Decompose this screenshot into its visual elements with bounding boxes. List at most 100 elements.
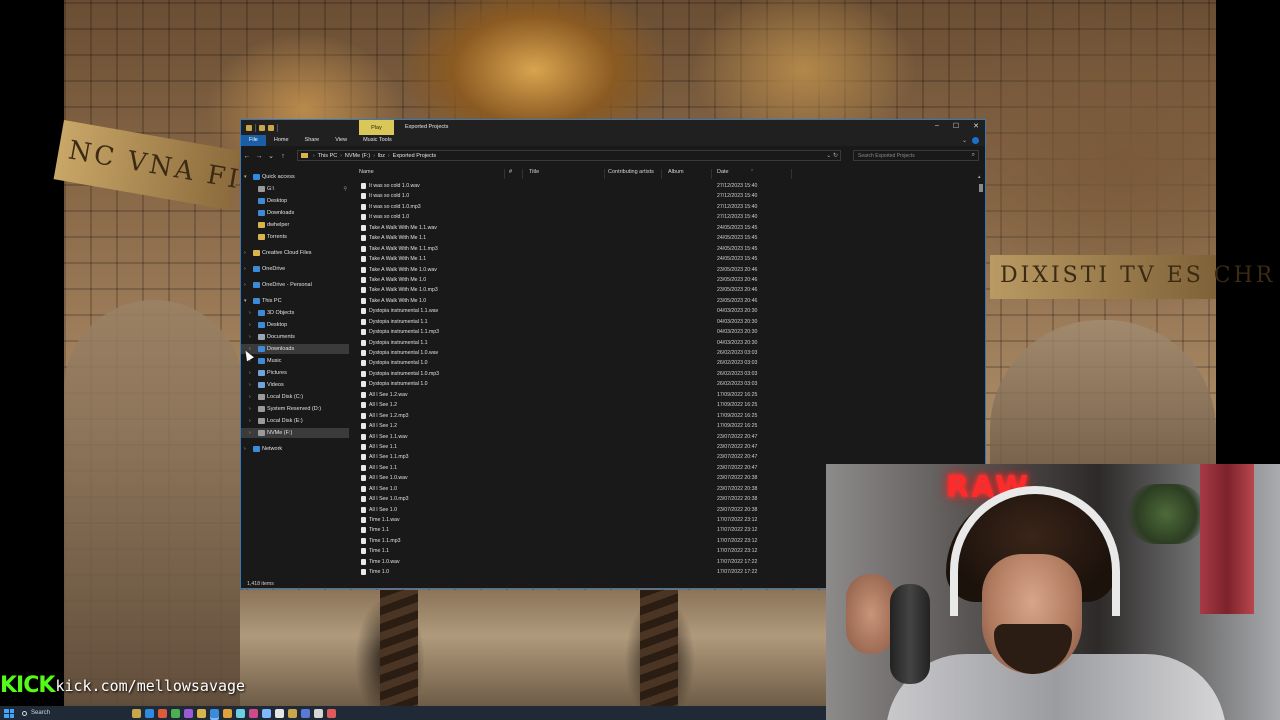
chevron-right-icon[interactable]: › — [249, 320, 251, 330]
file-row[interactable]: Dystopia instrumental 1.0.wav 26/02/2023 … — [357, 348, 977, 358]
chevron-right-icon[interactable]: › — [244, 444, 246, 454]
chevron-right-icon[interactable]: › — [249, 308, 251, 318]
taskbar-app-icon[interactable] — [197, 708, 206, 718]
sidebar-item[interactable]: Torrents — [241, 232, 349, 242]
back-arrow-icon[interactable]: ← — [241, 153, 253, 160]
sidebar-item[interactable]: › Music — [241, 356, 349, 366]
title-bar[interactable]: Play Exported Projects – ☐ ✕ — [241, 120, 985, 135]
sidebar-item[interactable]: › Desktop — [241, 320, 349, 330]
taskbar-app-icon[interactable] — [132, 708, 141, 718]
file-row[interactable]: Take A Walk With Me 1.1 24/05/2023 15:45 — [357, 233, 977, 243]
column-divider[interactable] — [522, 169, 523, 179]
sidebar-item[interactable]: G:\ ⚲ — [241, 184, 349, 194]
properties-icon[interactable] — [259, 124, 265, 131]
file-row[interactable]: It was so cold 1.0.wav 27/12/2023 15:40 — [357, 181, 977, 191]
file-row[interactable]: Dystopia instrumental 1.1 04/03/2023 20:3… — [357, 338, 977, 348]
file-row[interactable]: All I See 1.1.mp3 23/07/2022 20:47 — [357, 452, 977, 462]
taskbar-app-icon[interactable] — [171, 708, 180, 718]
file-row[interactable]: Take A Walk With Me 1.1.mp3 24/05/2023 15… — [357, 244, 977, 254]
sidebar-item[interactable]: › Videos — [241, 380, 349, 390]
tab-home[interactable]: Home — [266, 135, 297, 146]
file-row[interactable]: Dystopia instrumental 1.0 26/02/2023 03:0… — [357, 358, 977, 368]
chevron-right-icon[interactable]: › — [244, 248, 246, 258]
start-button[interactable] — [4, 708, 14, 718]
close-button[interactable]: ✕ — [973, 122, 979, 130]
taskbar-app-icon[interactable] — [145, 708, 154, 718]
sidebar-item[interactable]: › Local Disk (E:) — [241, 416, 349, 426]
minimize-button[interactable]: – — [935, 122, 939, 130]
scroll-thumb[interactable] — [979, 184, 983, 192]
chevron-right-icon[interactable]: › — [249, 392, 251, 402]
sidebar-item[interactable]: Downloads — [241, 208, 349, 218]
sidebar-item[interactable]: › Pictures — [241, 368, 349, 378]
column-album[interactable]: Album — [668, 169, 684, 175]
file-row[interactable]: Dystopia instrumental 1.0 26/02/2023 03:0… — [357, 379, 977, 389]
column-contributing-artists[interactable]: Contributing artists — [608, 169, 654, 175]
chevron-down-icon[interactable]: ▾ — [244, 296, 247, 306]
file-row[interactable]: Dystopia instrumental 1.1.mp3 04/03/2023 … — [357, 327, 977, 337]
taskbar-app-icon[interactable] — [210, 708, 219, 718]
sidebar-item[interactable]: Desktop — [241, 196, 349, 206]
taskbar-app-icon[interactable] — [236, 708, 245, 718]
column-number[interactable]: # — [509, 169, 512, 175]
tab-share[interactable]: Share — [297, 135, 328, 146]
taskbar-app-icon[interactable] — [262, 708, 271, 718]
navigation-pane[interactable]: ▾ Quick access G:\ ⚲ Desktop Downloads dwhelpe… — [241, 172, 349, 579]
chevron-down-icon[interactable]: ▾ — [244, 172, 247, 182]
column-divider[interactable] — [604, 169, 605, 179]
file-row[interactable]: Take A Walk With Me 1.0 23/05/2023 20:46 — [357, 275, 977, 285]
column-date[interactable]: Date — [717, 169, 729, 175]
refresh-icon[interactable]: ⌄ ↻ — [826, 152, 838, 159]
file-row[interactable]: Take A Walk With Me 1.1.wav 24/05/2023 15… — [357, 223, 977, 233]
sidebar-item[interactable]: › System Reserved (D:) — [241, 404, 349, 414]
chevron-right-icon[interactable]: › — [249, 428, 251, 438]
sidebar-item[interactable]: › NVMe (F:) — [241, 428, 349, 438]
column-divider[interactable] — [711, 169, 712, 179]
column-divider[interactable] — [661, 169, 662, 179]
taskbar-app-icon[interactable] — [327, 708, 336, 718]
file-row[interactable]: Take A Walk With Me 1.0.wav 23/05/2023 20… — [357, 265, 977, 275]
taskbar-app-icon[interactable] — [223, 708, 232, 718]
expand-ribbon-icon[interactable]: ⌄ — [962, 137, 967, 144]
file-row[interactable]: Dystopia instrumental 1.1.wav 04/03/2023 … — [357, 306, 977, 316]
column-name[interactable]: Name — [359, 169, 374, 175]
new-folder-icon[interactable] — [268, 124, 274, 131]
taskbar-app-icon[interactable] — [249, 708, 258, 718]
forward-arrow-icon[interactable]: → — [253, 153, 265, 160]
file-row[interactable]: It was so cold 1.0 27/12/2023 15:40 — [357, 212, 977, 222]
breadcrumb-exported-projects[interactable]: Exported Projects — [393, 153, 436, 159]
column-divider[interactable] — [791, 169, 792, 179]
breadcrumb-nvme[interactable]: NVMe (F:) — [345, 153, 370, 159]
taskbar-app-icon[interactable] — [275, 708, 284, 718]
tab-file[interactable]: File — [241, 135, 266, 146]
chevron-right-icon[interactable]: › — [249, 368, 251, 378]
sidebar-item[interactable]: ▾ This PC — [241, 296, 349, 306]
sidebar-item[interactable]: › 3D Objects — [241, 308, 349, 318]
sidebar-item[interactable]: › Documents — [241, 332, 349, 342]
file-row[interactable]: All I See 1.1.wav 23/07/2022 20:47 — [357, 432, 977, 442]
file-row[interactable]: Take A Walk With Me 1.1 24/05/2023 15:45 — [357, 254, 977, 264]
file-row[interactable]: All I See 1.2.mp3 17/09/2022 16:25 — [357, 411, 977, 421]
file-row[interactable]: It was so cold 1.0.mp3 27/12/2023 15:40 — [357, 202, 977, 212]
taskbar-app-icon[interactable] — [158, 708, 167, 718]
breadcrumb-this-pc[interactable]: This PC — [318, 153, 338, 159]
taskbar-app-icon[interactable] — [301, 708, 310, 718]
chevron-right-icon[interactable]: › — [244, 264, 246, 274]
up-arrow-icon[interactable]: ↑ — [277, 153, 289, 160]
chevron-right-icon[interactable]: › — [249, 380, 251, 390]
sidebar-item[interactable]: › Creative Cloud Files — [241, 248, 349, 258]
sidebar-item[interactable]: › Downloads — [241, 344, 349, 354]
file-row[interactable]: It was so cold 1.0 27/12/2023 15:40 — [357, 191, 977, 201]
search-input[interactable]: Search Exported Projects ⌕ — [853, 150, 979, 161]
sidebar-item[interactable]: › OneDrive - Personal — [241, 280, 349, 290]
file-row[interactable]: All I See 1.1 23/07/2022 20:47 — [357, 442, 977, 452]
taskbar-app-icon[interactable] — [288, 708, 297, 718]
play-context-tab[interactable]: Play — [359, 120, 394, 135]
column-divider[interactable] — [504, 169, 505, 179]
column-title[interactable]: Title — [529, 169, 539, 175]
chevron-right-icon[interactable]: › — [249, 416, 251, 426]
sidebar-item[interactable]: › Network — [241, 444, 349, 454]
help-icon[interactable] — [972, 137, 979, 144]
file-row[interactable]: Dystopia instrumental 1.0.mp3 26/02/2023 … — [357, 369, 977, 379]
file-row[interactable]: All I See 1.2 17/09/2022 16:25 — [357, 400, 977, 410]
